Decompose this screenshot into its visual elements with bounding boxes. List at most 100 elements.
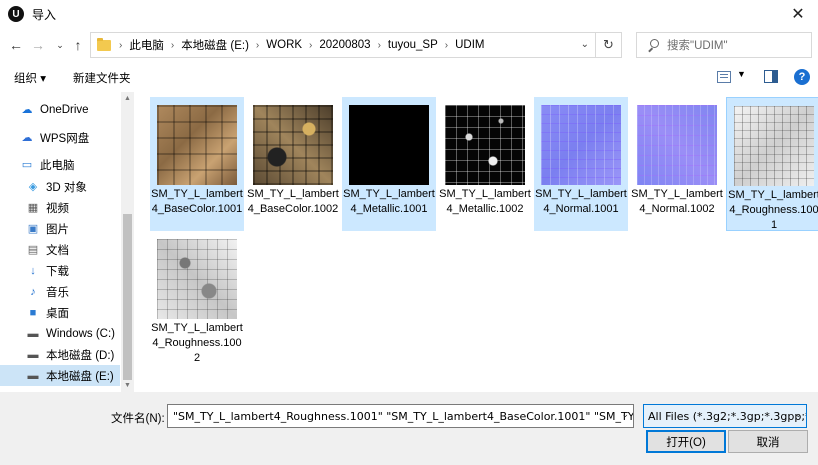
navigation-pane: ☁ OneDrive ☁ WPS网盘 ▭ 此电脑 ◈ 3D 对象 ▦ 视频 ▣ … xyxy=(0,92,134,392)
window-title: 导入 xyxy=(32,7,57,22)
nav-item-label: Windows (C:) xyxy=(46,327,116,340)
file-name: SM_TY_L_lambert4_Normal.1002 xyxy=(631,188,723,215)
close-icon[interactable]: ✕ xyxy=(778,0,818,28)
nav-item-label: 视频 xyxy=(46,202,69,215)
documents-icon: ▤ xyxy=(27,244,39,256)
video-icon: ▦ xyxy=(27,202,39,214)
file-item[interactable]: SM_TY_L_lambert4_Metallic.1002 xyxy=(438,97,532,231)
forward-arrow-icon[interactable]: → xyxy=(28,34,48,56)
command-toolbar: 组织 ▾ 新建文件夹 ▼ ? xyxy=(0,66,818,90)
texture-thumbnail xyxy=(734,106,814,186)
nav-item-label: WPS网盘 xyxy=(40,132,90,145)
file-item[interactable]: SM_TY_L_lambert4_Normal.1002 xyxy=(630,97,724,231)
desktop-icon: ■ xyxy=(29,306,37,319)
scroll-down-arrow-icon[interactable]: ▼ xyxy=(121,379,134,392)
breadcrumb-separator-icon[interactable]: › xyxy=(119,40,122,51)
pictures-icon: ▣ xyxy=(27,223,39,235)
texture-thumbnail xyxy=(637,105,717,185)
filter-dropdown-chevron-icon[interactable]: ⌄ xyxy=(794,410,802,420)
nav-item-drive-c[interactable]: ▬ Windows (C:) xyxy=(0,323,120,344)
help-icon[interactable]: ? xyxy=(794,69,810,85)
file-grid: SM_TY_L_lambert4_BaseColor.1001 SM_TY_L_… xyxy=(136,92,818,392)
nav-item-drive-e[interactable]: ▬ 本地磁盘 (E:) xyxy=(0,365,120,386)
view-options-icon[interactable] xyxy=(717,71,731,83)
preview-pane-icon[interactable] xyxy=(764,70,778,83)
refresh-icon[interactable]: ↻ xyxy=(596,32,622,58)
drive-icon: ▬ xyxy=(27,348,39,361)
nav-item-music[interactable]: ♪ 音乐 xyxy=(0,281,120,302)
file-type-filter[interactable]: All Files (*.3g2;*.3gp;*.3gpp;* ⌄ xyxy=(643,404,807,428)
address-bar[interactable]: › 此电脑 › 本地磁盘 (E:) › WORK › 20200803 › tu… xyxy=(90,32,596,58)
cloud-icon: ☁ xyxy=(21,104,33,116)
open-button[interactable]: 打开(O) xyxy=(646,430,726,453)
search-placeholder: 搜索"UDIM" xyxy=(667,40,728,52)
address-row: ← → ⌄ ↑ › 此电脑 › 本地磁盘 (E:) › WORK › 20200… xyxy=(0,30,818,62)
filename-value: "SM_TY_L_lambert4_Roughness.1001" "SM_TY… xyxy=(173,410,634,423)
organize-menu[interactable]: 组织 ▾ xyxy=(14,70,46,86)
nav-item-desktop[interactable]: ■ 桌面 xyxy=(0,302,120,323)
nav-scrollbar[interactable]: ▲ ▼ xyxy=(121,92,134,392)
breadcrumb-tuyou-sp[interactable]: tuyou_SP xyxy=(388,39,438,51)
nav-item-label: 本地磁盘 (E:) xyxy=(46,370,114,383)
breadcrumb-this-pc[interactable]: 此电脑 xyxy=(129,37,164,53)
downloads-icon: ↓ xyxy=(30,264,36,277)
search-icon xyxy=(647,39,659,51)
nav-item-label: 下载 xyxy=(46,265,69,278)
file-name: SM_TY_L_lambert4_Normal.1001 xyxy=(535,188,627,215)
drive-icon: ▬ xyxy=(27,369,39,382)
file-item[interactable]: SM_TY_L_lambert4_Normal.1001 xyxy=(534,97,628,231)
nav-item-videos[interactable]: ▦ 视频 xyxy=(0,197,120,218)
file-item[interactable]: SM_TY_L_lambert4_Roughness.1002 xyxy=(150,231,244,365)
view-dropdown-chevron-icon[interactable]: ▼ xyxy=(737,69,746,79)
nav-item-downloads[interactable]: ↓ 下载 xyxy=(0,260,120,281)
texture-thumbnail xyxy=(445,105,525,185)
nav-item-onedrive[interactable]: ☁ OneDrive xyxy=(0,99,120,120)
folder-icon xyxy=(97,37,111,51)
file-item[interactable]: SM_TY_L_lambert4_BaseColor.1002 xyxy=(246,97,340,231)
breadcrumb-separator-icon[interactable]: › xyxy=(171,40,174,51)
nav-item-drive-d[interactable]: ▬ 本地磁盘 (D:) xyxy=(0,344,120,365)
recent-locations-chevron-icon[interactable]: ⌄ xyxy=(50,34,70,56)
nav-item-3d-objects[interactable]: ◈ 3D 对象 xyxy=(0,176,120,197)
breadcrumb-separator-icon[interactable]: › xyxy=(378,40,381,51)
breadcrumb-separator-icon[interactable]: › xyxy=(445,40,448,51)
breadcrumb-work[interactable]: WORK xyxy=(266,39,302,51)
nav-item-label: 桌面 xyxy=(46,307,69,320)
address-dropdown-chevron-icon[interactable]: ⌄ xyxy=(581,39,589,50)
nav-item-label: 图片 xyxy=(46,223,69,236)
nav-item-pictures[interactable]: ▣ 图片 xyxy=(0,218,120,239)
scrollbar-thumb[interactable] xyxy=(123,214,132,380)
cancel-button[interactable]: 取消 xyxy=(728,430,808,453)
texture-thumbnail xyxy=(349,105,429,185)
breadcrumb-udim[interactable]: UDIM xyxy=(455,39,484,51)
music-icon: ♪ xyxy=(30,285,36,298)
search-box[interactable]: 搜索"UDIM" xyxy=(636,32,812,58)
dialog-footer: 文件名(N): "SM_TY_L_lambert4_Roughness.1001… xyxy=(0,392,818,465)
file-name: SM_TY_L_lambert4_Metallic.1001 xyxy=(343,188,435,215)
filename-label: 文件名(N): xyxy=(111,413,165,425)
filter-value: All Files (*.3g2;*.3gp;*.3gpp;* xyxy=(648,410,807,423)
unreal-app-icon: U xyxy=(8,6,24,22)
filename-input[interactable]: "SM_TY_L_lambert4_Roughness.1001" "SM_TY… xyxy=(167,404,634,428)
file-name: SM_TY_L_lambert4_BaseColor.1002 xyxy=(247,188,339,215)
back-arrow-icon[interactable]: ← xyxy=(6,34,26,56)
nav-item-label: OneDrive xyxy=(40,103,89,116)
breadcrumb-separator-icon[interactable]: › xyxy=(309,40,312,51)
file-item[interactable]: SM_TY_L_lambert4_Metallic.1001 xyxy=(342,97,436,231)
scroll-up-arrow-icon[interactable]: ▲ xyxy=(121,92,134,105)
file-name: SM_TY_L_lambert4_Roughness.1002 xyxy=(151,322,243,364)
nav-item-documents[interactable]: ▤ 文档 xyxy=(0,239,120,260)
file-item[interactable]: SM_TY_L_lambert4_BaseColor.1001 xyxy=(150,97,244,231)
breadcrumb-separator-icon[interactable]: › xyxy=(256,40,259,51)
texture-thumbnail xyxy=(157,105,237,185)
title-bar: U 导入 ✕ xyxy=(0,0,818,28)
breadcrumb-date-folder[interactable]: 20200803 xyxy=(319,39,370,51)
new-folder-button[interactable]: 新建文件夹 xyxy=(73,70,131,86)
texture-thumbnail xyxy=(157,239,237,319)
up-arrow-icon[interactable]: ↑ xyxy=(68,34,88,56)
file-item[interactable]: SM_TY_L_lambert4_Roughness.1001 xyxy=(726,97,818,231)
nav-item-this-pc[interactable]: ▭ 此电脑 xyxy=(0,154,120,175)
nav-item-wps-cloud[interactable]: ☁ WPS网盘 xyxy=(0,127,120,148)
breadcrumb-drive-e[interactable]: 本地磁盘 (E:) xyxy=(181,37,249,53)
filename-dropdown-chevron-icon[interactable]: ⌄ xyxy=(621,410,629,420)
